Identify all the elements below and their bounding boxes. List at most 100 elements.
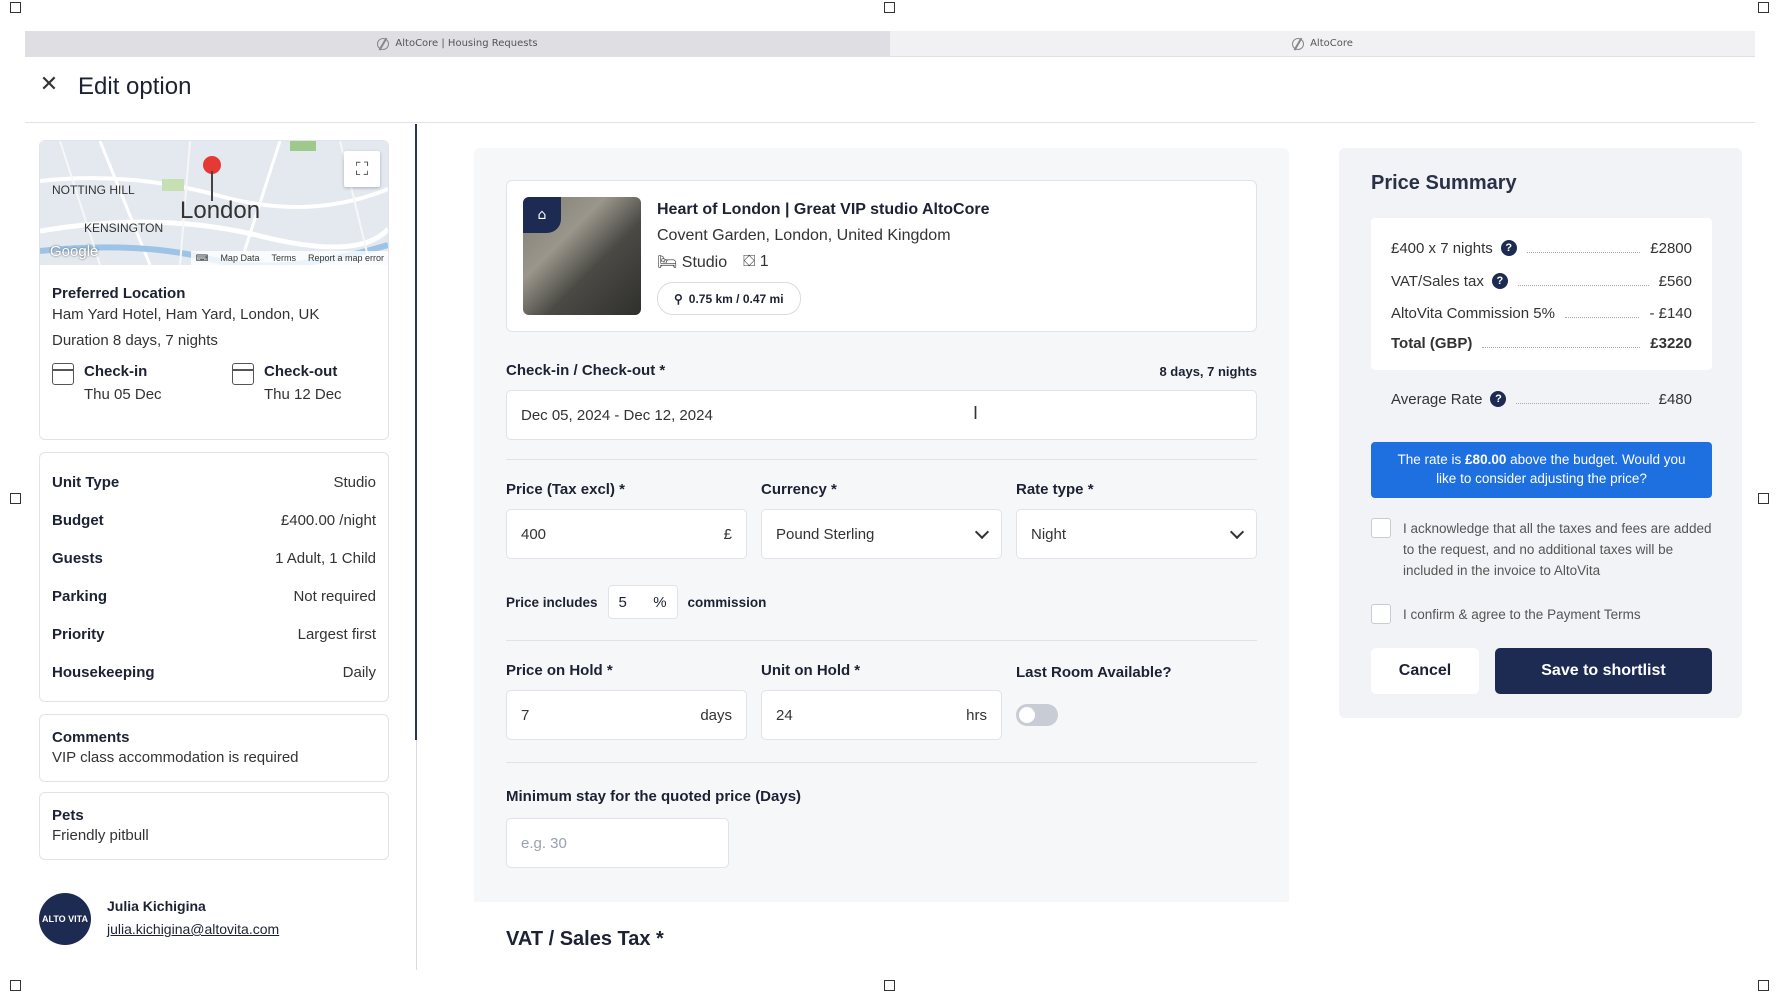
- min-stay-placeholder: e.g. 30: [521, 834, 567, 852]
- preferred-location-value: Ham Yard Hotel, Ham Yard, London, UK: [52, 306, 320, 323]
- price-currency-suffix: £: [723, 525, 732, 543]
- request-details-card: Unit Type Studio Budget £400.00 /night Gue…: [39, 452, 389, 702]
- tab-housing-requests[interactable]: AltoCore | Housing Requests: [25, 31, 890, 56]
- agent-email-link[interactable]: julia.kichigina@altovita.com: [107, 921, 279, 937]
- detail-row-unit-type: Unit Type Studio: [40, 463, 388, 501]
- detail-label: Parking: [52, 587, 108, 605]
- sidebar-scrollbar[interactable]: [415, 124, 417, 740]
- close-icon[interactable]: ✕: [37, 73, 61, 97]
- commission-row: Price includes 5 % commission: [506, 585, 766, 619]
- tab-label: AltoCore | Housing Requests: [395, 38, 538, 49]
- price-row-label: £400 x 7 nights: [1391, 239, 1493, 257]
- warning-amount: £80.00: [1465, 452, 1507, 467]
- save-to-shortlist-button[interactable]: Save to shortlist: [1495, 648, 1712, 694]
- distance-chip: ⚲ 0.75 km / 0.47 mi: [657, 282, 801, 315]
- detail-row-priority: Priority Largest first: [40, 615, 388, 653]
- ack-taxes-checkbox[interactable]: [1371, 518, 1391, 538]
- price-row-value: £3220: [1650, 334, 1692, 352]
- ack-taxes-text: I acknowledge that all the taxes and fee…: [1403, 521, 1712, 578]
- budget-warning: The rate is £80.00 above the budget. Wou…: [1371, 442, 1712, 498]
- price-hold-input[interactable]: 7 days: [506, 690, 747, 740]
- currency-select[interactable]: Pound Sterling: [761, 509, 1002, 559]
- map-label-google: Google: [50, 243, 99, 260]
- map-report-link[interactable]: Report a map error: [308, 253, 384, 263]
- commission-value: 5: [618, 593, 627, 611]
- resize-handle: [10, 493, 21, 504]
- beds-meta: ⛋ 1: [743, 253, 769, 271]
- last-room-label: Last Room Available?: [1016, 664, 1172, 681]
- price-summary-panel: Price Summary £400 x 7 nights ? £2800 VA…: [1339, 148, 1742, 718]
- unit-hold-input[interactable]: 24 hrs: [761, 690, 1002, 740]
- agent-name: Julia Kichigina: [107, 898, 206, 914]
- average-rate-row: Average Rate ? £480: [1391, 388, 1692, 410]
- detail-label: Unit Type: [52, 473, 120, 491]
- dates-input[interactable]: Dec 05, 2024 - Dec 12, 2024 I: [506, 390, 1257, 440]
- unit-hold-label: Unit on Hold *: [761, 662, 861, 679]
- ack-taxes-row: I acknowledge that all the taxes and fee…: [1371, 518, 1712, 581]
- listing-card: ⌂ Heart of London | Great VIP studio Alt…: [506, 180, 1257, 332]
- duration-text: Duration 8 days, 7 nights: [52, 332, 218, 349]
- checkin-block: Check-in Thu 05 Dec: [52, 363, 232, 403]
- page-header: ✕ Edit option: [25, 57, 1755, 123]
- listing-title: Heart of London | Great VIP studio AltoC…: [657, 201, 990, 218]
- cancel-button[interactable]: Cancel: [1371, 648, 1479, 694]
- price-summary-title: Price Summary: [1371, 172, 1517, 194]
- commission-unit: %: [653, 593, 667, 611]
- rate-type-select[interactable]: Night: [1016, 509, 1257, 559]
- vat-section: VAT / Sales Tax *: [474, 902, 1289, 970]
- dates-label: Check-in / Check-out *: [506, 362, 666, 379]
- price-input[interactable]: 400 £: [506, 509, 747, 559]
- distance-text: 0.75 km / 0.47 mi: [688, 291, 784, 306]
- unit-hold-suffix: hrs: [966, 706, 987, 724]
- map-view[interactable]: NOTTING HILL London KENSINGTON Google ⛶ …: [40, 141, 388, 265]
- detail-label: Budget: [52, 511, 104, 529]
- average-rate-label: Average Rate: [1391, 390, 1483, 408]
- price-row-value: £560: [1658, 272, 1692, 290]
- commission-prefix: Price includes: [506, 594, 598, 610]
- unit-hold-value: 24: [776, 706, 793, 724]
- help-icon[interactable]: ?: [1491, 273, 1508, 289]
- chevron-down-icon: [1229, 524, 1245, 539]
- price-row-nights: £400 x 7 nights ? £2800: [1391, 237, 1692, 259]
- avatar: ALTO VITA: [39, 893, 91, 945]
- tab-altocore[interactable]: AltoCore: [890, 31, 1755, 56]
- commission-input[interactable]: 5 %: [607, 585, 678, 619]
- average-rate: Average Rate ? £480: [1371, 372, 1712, 440]
- sidebar-border: [416, 740, 417, 970]
- divider: [506, 459, 1257, 460]
- map-terms-link[interactable]: Terms: [271, 253, 296, 263]
- home-icon: ⌂: [523, 197, 561, 233]
- price-row-label: VAT/Sales tax: [1391, 272, 1484, 290]
- map-fullscreen-icon[interactable]: ⛶: [344, 151, 380, 187]
- altocore-logo-icon: [377, 37, 390, 50]
- detail-label: Guests: [52, 549, 103, 567]
- listing-photo: ⌂: [523, 197, 641, 315]
- page-title: Edit option: [78, 73, 192, 100]
- help-icon[interactable]: ?: [1490, 391, 1507, 407]
- comments-label: Comments: [52, 729, 130, 746]
- help-icon[interactable]: ?: [1500, 240, 1517, 256]
- pets-value: Friendly pitbull: [52, 827, 149, 844]
- price-row-label: Total (GBP): [1391, 334, 1473, 352]
- payment-terms-checkbox[interactable]: [1371, 604, 1391, 624]
- price-row-total: Total (GBP) £3220: [1391, 332, 1692, 354]
- commission-suffix: commission: [687, 594, 767, 610]
- unit-type-meta: 🛏 Studio: [657, 252, 727, 272]
- map-data-link[interactable]: Map Data: [220, 253, 259, 263]
- last-room-toggle[interactable]: [1016, 704, 1058, 726]
- detail-label: Priority: [52, 625, 105, 643]
- unit-type-text: Studio: [681, 254, 728, 271]
- vat-section-title: VAT / Sales Tax *: [506, 928, 664, 950]
- price-hold-value: 7: [521, 706, 530, 724]
- detail-row-housekeeping: Housekeeping Daily: [40, 653, 388, 691]
- location-card: NOTTING HILL London KENSINGTON Google ⛶ …: [39, 140, 389, 440]
- price-breakdown: £400 x 7 nights ? £2800 VAT/Sales tax ? …: [1371, 218, 1712, 370]
- min-stay-input[interactable]: e.g. 30: [506, 818, 729, 868]
- keyboard-icon: ⌨: [195, 252, 209, 263]
- detail-value: Studio: [333, 473, 376, 491]
- currency-value: Pound Sterling: [776, 525, 875, 543]
- resize-handle: [884, 980, 895, 991]
- detail-label: Housekeeping: [52, 663, 155, 681]
- payment-terms-text: I confirm & agree to the Payment Terms: [1403, 607, 1641, 622]
- price-hold-label: Price on Hold *: [506, 662, 613, 679]
